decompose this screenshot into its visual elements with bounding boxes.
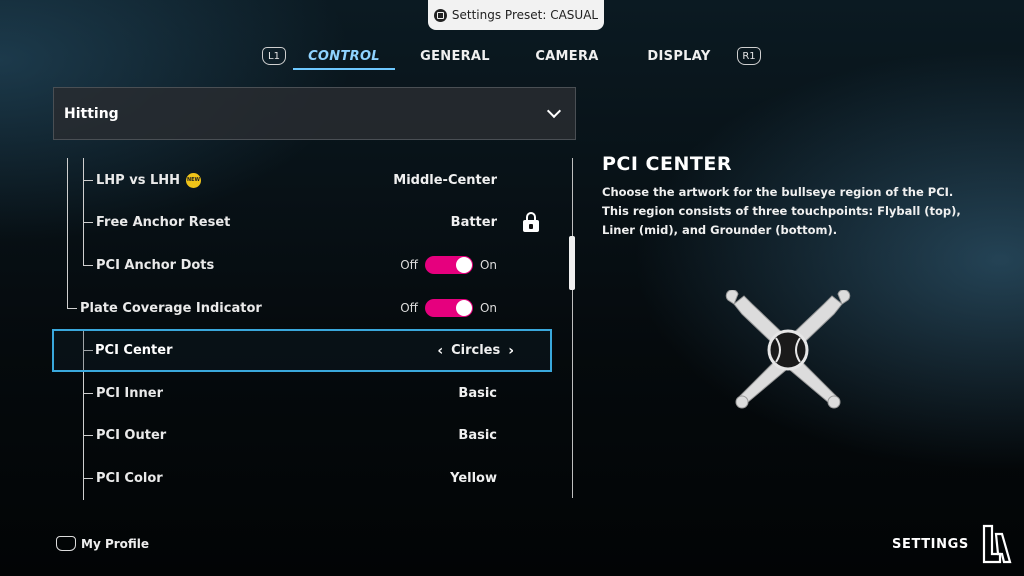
toggle-on-label: On	[479, 301, 497, 315]
my-profile-button[interactable]: My Profile	[56, 536, 149, 551]
setting-row-pci-center[interactable]: PCI Center ‹ Circles ›	[52, 329, 552, 372]
setting-row-plate-coverage-indicator[interactable]: Plate Coverage Indicator Off On	[53, 288, 553, 328]
setting-value: Batter	[450, 214, 497, 230]
category-dropdown[interactable]: Hitting	[53, 87, 576, 140]
l1-bumper-icon[interactable]: L1	[262, 47, 286, 65]
setting-label: Plate Coverage Indicator	[80, 300, 262, 316]
tab-control[interactable]: CONTROL	[293, 49, 395, 64]
setting-label: LHP vs LHH	[96, 172, 180, 188]
preset-label: Settings Preset: CASUAL	[451, 8, 599, 22]
r1-bumper-icon[interactable]: R1	[737, 47, 761, 65]
my-profile-label: My Profile	[81, 536, 150, 551]
toggle-off-label: Off	[400, 258, 418, 272]
setting-label: Free Anchor Reset	[96, 214, 231, 230]
settings-list: LHP vs LHH NEW Middle-Center Free Anchor…	[52, 158, 573, 500]
setting-row-lhp-vs-lhh[interactable]: LHP vs LHH NEW Middle-Center	[53, 160, 553, 200]
setting-label: PCI Inner	[96, 385, 164, 401]
setting-value: Circles	[451, 343, 501, 358]
category-dropdown-value: Hitting	[64, 105, 119, 122]
touchpad-icon	[433, 8, 447, 22]
toggle-on-label: On	[479, 258, 497, 272]
setting-label: PCI Anchor Dots	[96, 257, 215, 273]
settings-preset-indicator: Settings Preset: CASUAL	[428, 0, 604, 30]
tab-camera[interactable]: CAMERA	[517, 49, 617, 64]
setting-row-pci-color[interactable]: PCI Color Yellow	[53, 458, 553, 498]
setting-value: Yellow	[450, 470, 497, 486]
chevron-right-icon[interactable]: ›	[508, 343, 514, 359]
toggle-off-label: Off	[400, 301, 418, 315]
setting-value: Middle-Center	[393, 172, 497, 188]
pci-anchor-dots-toggle[interactable]	[424, 256, 473, 274]
active-tab-underline	[293, 68, 395, 70]
setting-label: PCI Outer	[96, 427, 167, 443]
info-description: Choose the artwork for the bullseye regi…	[602, 185, 961, 237]
new-badge: NEW	[186, 172, 201, 188]
tab-general[interactable]: GENERAL	[405, 49, 505, 64]
lock-icon	[523, 212, 539, 232]
setting-value: Basic	[458, 385, 497, 401]
touchpad-button-icon	[56, 536, 76, 551]
setting-value: Basic	[458, 427, 497, 443]
la-dodgers-logo	[982, 524, 1012, 564]
scroll-track	[572, 158, 573, 498]
screen-title: SETTINGS	[892, 537, 969, 552]
scrollbar-thumb[interactable]	[569, 236, 575, 290]
chevron-left-icon[interactable]: ‹	[437, 343, 443, 359]
tab-display[interactable]: DISPLAY	[629, 49, 729, 64]
chevron-down-icon	[546, 103, 562, 118]
info-title: PCI CENTER	[602, 153, 732, 175]
setting-label: PCI Color	[96, 470, 163, 486]
tab-bar: L1 CONTROL GENERAL CAMERA DISPLAY R1	[0, 44, 1024, 74]
setting-row-pci-outer[interactable]: PCI Outer Basic	[53, 415, 553, 455]
setting-row-pci-anchor-dots[interactable]: PCI Anchor Dots Off On	[53, 245, 553, 285]
setting-row-free-anchor-reset[interactable]: Free Anchor Reset Batter	[53, 202, 553, 242]
setting-row-pci-inner[interactable]: PCI Inner Basic	[53, 373, 553, 413]
setting-label: PCI Center	[95, 343, 173, 358]
crossed-bats-baseball-icon	[725, 290, 851, 409]
plate-coverage-indicator-toggle[interactable]	[424, 299, 473, 317]
